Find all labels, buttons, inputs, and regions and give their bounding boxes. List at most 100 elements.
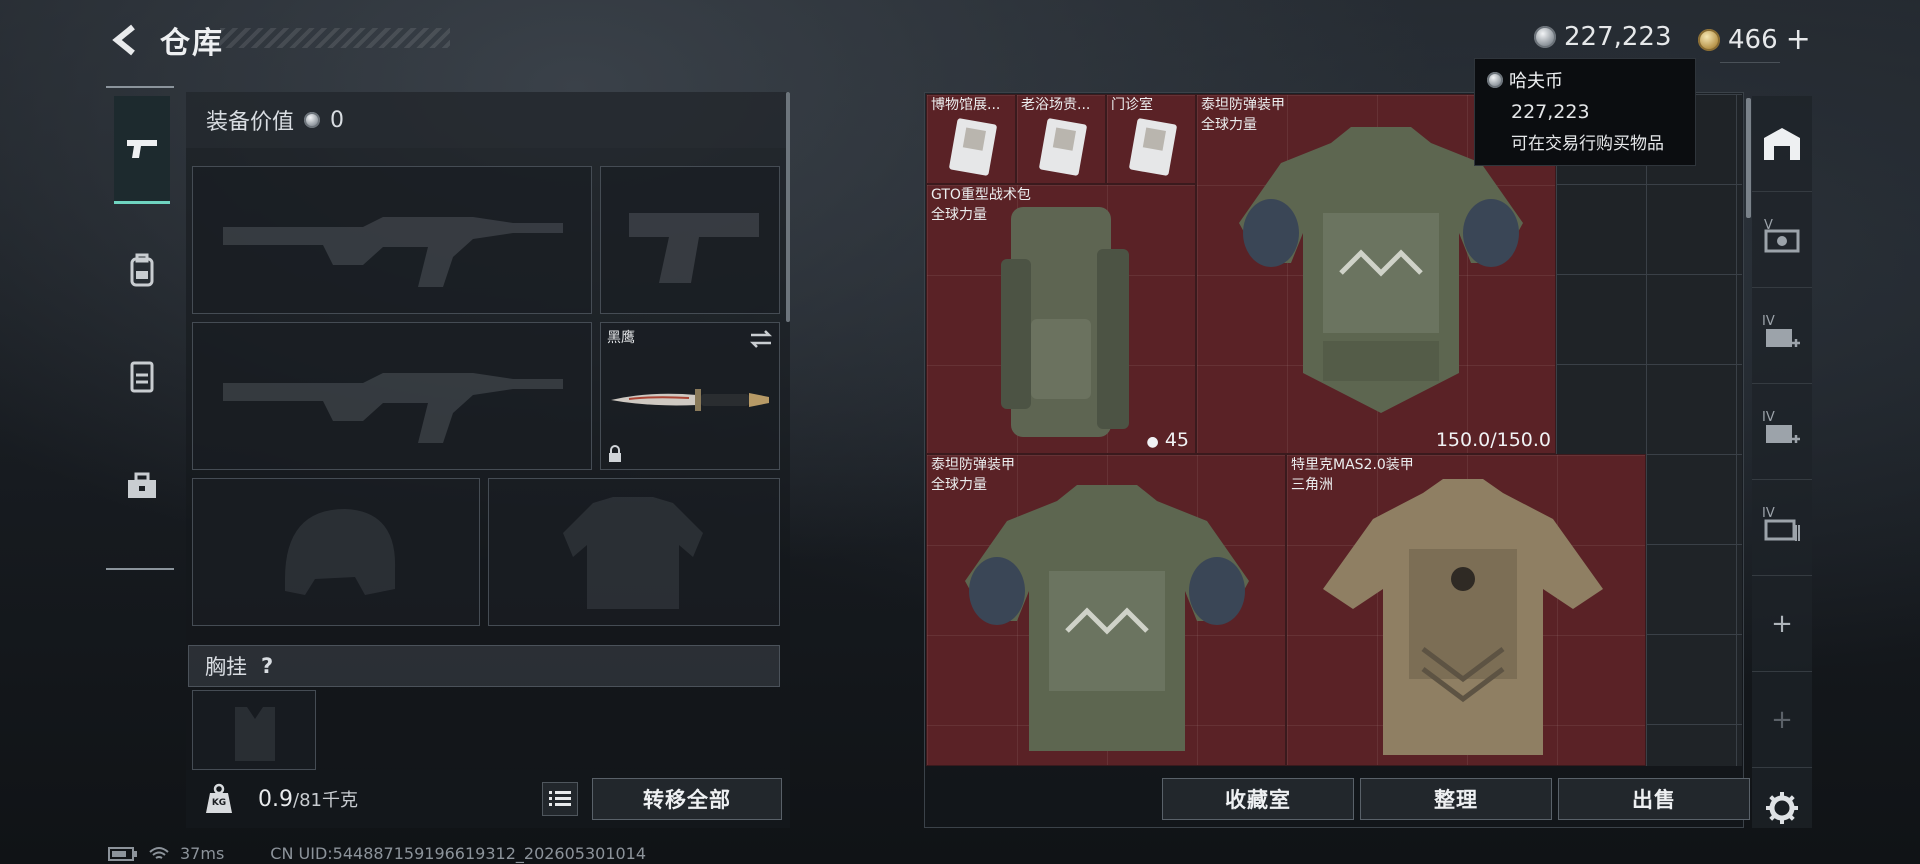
add-gold-button[interactable]: +: [1786, 22, 1811, 57]
swap-icon[interactable]: [749, 329, 773, 349]
keycard-icon: [949, 118, 997, 176]
gold-coin-icon: [1698, 28, 1720, 51]
wifi-icon: [149, 846, 169, 859]
tab-toolbox[interactable]: [114, 432, 170, 540]
key-item[interactable]: 门诊室: [1106, 94, 1196, 184]
tab-backpack[interactable]: [114, 216, 170, 324]
stash-page-v[interactable]: V: [1752, 192, 1812, 288]
tooltip-title: 哈夫币: [1509, 71, 1563, 92]
item-name: 门诊室: [1111, 97, 1153, 113]
havoc-coin-icon: [1534, 26, 1556, 48]
havoc-coin-icon: [304, 112, 321, 128]
currency-tooltip: 哈夫币 227,223 可在交易行购买物品: [1474, 58, 1696, 166]
weight-icon: KG: [202, 782, 236, 816]
lock-icon: [609, 445, 621, 462]
tooltip-description: 可在交易行购买物品: [1511, 134, 1664, 154]
backpack-icon: [130, 253, 154, 287]
list-view-button[interactable]: [542, 782, 578, 816]
pistol-icon: [127, 139, 157, 158]
vest-icon: [130, 361, 154, 393]
gear-icon: [1766, 792, 1798, 824]
add-stash-page-button[interactable]: +: [1752, 576, 1812, 672]
title-decoration: [220, 28, 450, 48]
sort-button[interactable]: 整理: [1360, 778, 1552, 820]
chest-rig-header: 胸挂 ?: [188, 645, 780, 687]
capacity-icon: ●: [1146, 434, 1159, 450]
backpack-item[interactable]: GTO重型战术包 全球力量 ● 45: [926, 184, 1196, 454]
tab-chest-rig[interactable]: [114, 322, 170, 430]
equipment-value-amount: 0: [330, 107, 345, 133]
item-name: 泰坦防弹装甲: [1201, 97, 1285, 113]
helmet-silhouette-icon: [285, 509, 396, 595]
stash-page-rail: V IV IV IV + +: [1752, 96, 1812, 828]
stash-page-iv-1[interactable]: IV: [1752, 288, 1812, 384]
list-icon: [549, 791, 571, 806]
stash-grid: 博物馆展... 老浴场贵... 门诊室 泰坦防弹装甲 全球力量 150.0/15…: [926, 94, 1742, 766]
equipment-tab-rail: [106, 86, 174, 570]
body-armor-item[interactable]: 特里克MAS2.0装甲 三角洲: [1286, 454, 1646, 766]
chest-rig-silhouette-icon: [235, 707, 275, 761]
back-arrow-icon: [112, 24, 135, 56]
item-faction: 全球力量: [931, 207, 987, 223]
header-divider: [1720, 62, 1780, 72]
havoc-coin-icon: [1487, 72, 1503, 88]
stash-page-main[interactable]: [1752, 96, 1812, 192]
settings-button[interactable]: [1752, 760, 1812, 856]
key-item[interactable]: 老浴场贵...: [1016, 94, 1106, 184]
toolbox-icon: [128, 472, 156, 498]
primary-weapon-slot[interactable]: [192, 166, 592, 314]
melee-weapon-slot[interactable]: 黑鹰: [600, 322, 780, 470]
ping-value: 37ms: [180, 844, 225, 863]
weight-max: /81千克: [293, 790, 358, 811]
tab-weapons[interactable]: [114, 96, 170, 204]
item-name: 老浴场贵...: [1021, 97, 1091, 113]
transfer-all-button[interactable]: 转移全部: [592, 778, 782, 820]
body-armor-slot[interactable]: [488, 478, 780, 626]
battery-icon: [108, 846, 137, 861]
status-bar: 37ms CN UID:544887159196619312_202605301…: [108, 844, 646, 863]
silver-amount: 227,223: [1564, 22, 1672, 52]
body-armor-item[interactable]: 泰坦防弹装甲 全球力量: [926, 454, 1286, 766]
key-item[interactable]: 博物馆展...: [926, 94, 1016, 184]
helmet-slot[interactable]: [192, 478, 480, 626]
tooltip-amount: 227,223: [1511, 101, 1590, 123]
keycard-icon: [1129, 118, 1177, 176]
combat-knife-icon: [611, 389, 769, 411]
rifle-silhouette-icon: [223, 373, 563, 443]
collection-room-button[interactable]: 收藏室: [1162, 778, 1354, 820]
equipment-footer: KG 0.9/81千克 转移全部: [186, 770, 790, 828]
heavy-armor-icon: [965, 485, 1249, 751]
rifle-silhouette-icon: [223, 217, 563, 287]
chest-rig-label: 胸挂: [205, 655, 247, 679]
chest-rig-slot[interactable]: [192, 690, 316, 770]
melee-weapon-name: 黑鹰: [607, 330, 635, 346]
silver-currency[interactable]: 227,223: [1534, 22, 1672, 52]
armor-silhouette-icon: [563, 497, 703, 609]
equipment-value-row: 装备价值 0: [186, 92, 790, 148]
warehouse-icon: [1764, 127, 1800, 160]
stash-scrollbar[interactable]: [1746, 98, 1751, 218]
user-uid: CN UID:544887159196619312_202605301014: [270, 844, 647, 863]
stash-page-iv-3[interactable]: IV: [1752, 480, 1812, 576]
camo-armor-icon: [1323, 479, 1603, 755]
sell-button[interactable]: 出售: [1558, 778, 1750, 820]
left-scrollbar[interactable]: [786, 92, 790, 322]
weight-current: 0.9: [258, 787, 293, 812]
back-button[interactable]: [104, 20, 148, 60]
gold-currency[interactable]: 466 +: [1698, 22, 1811, 57]
help-button[interactable]: ?: [261, 654, 273, 678]
secondary-weapon-slot[interactable]: [600, 166, 780, 314]
pistol-silhouette-icon: [629, 213, 759, 283]
gold-amount: 466: [1728, 24, 1778, 55]
keycard-icon: [1039, 118, 1087, 176]
primary-weapon-slot-2[interactable]: [192, 322, 592, 470]
item-name: 博物馆展...: [931, 97, 1001, 113]
stash-page-iv-2[interactable]: IV: [1752, 384, 1812, 480]
armor-durability: 150.0/150.0: [1435, 429, 1551, 451]
page-title: 仓库: [160, 26, 224, 61]
tactical-backpack-icon: [1001, 207, 1129, 437]
add-stash-page-button-disabled[interactable]: +: [1752, 672, 1812, 768]
carry-weight: 0.9/81千克: [258, 786, 358, 812]
equipment-value-label: 装备价值: [206, 110, 295, 135]
backpack-capacity: ● 45: [1146, 429, 1189, 451]
